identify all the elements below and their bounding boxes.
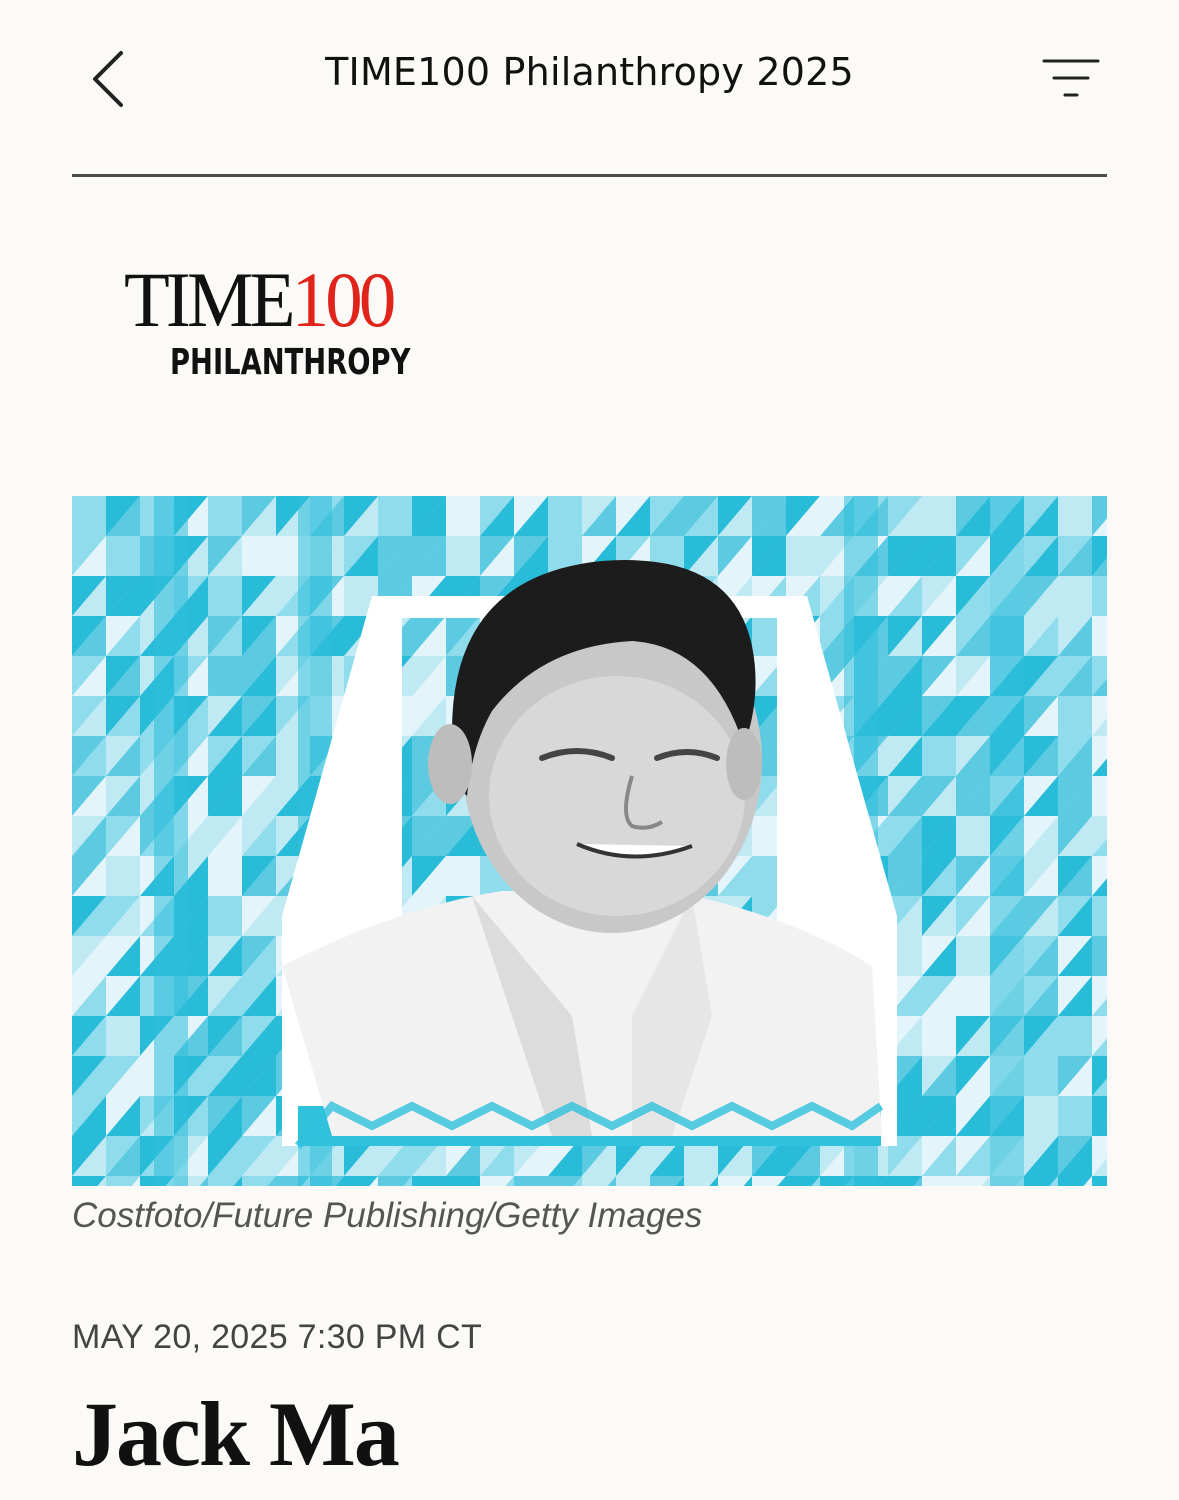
photo-credit: Costfoto/Future Publishing/Getty Images — [72, 1196, 703, 1235]
publish-date: MAY 20, 2025 7:30 PM CT — [72, 1318, 483, 1356]
logo-subtitle: PHILANTHROPY — [170, 342, 411, 383]
logo-wordmark: TIME100 — [124, 255, 397, 345]
filter-menu-icon — [1042, 59, 1100, 97]
hero-image — [72, 496, 1107, 1186]
logo-word: TIME — [124, 256, 295, 343]
logo-number: 100 — [291, 256, 397, 343]
filter-menu-button[interactable] — [1036, 52, 1108, 108]
page-title: TIME100 Philanthropy 2025 — [325, 50, 854, 94]
pattern-triangle — [1092, 1176, 1107, 1186]
hero-illustration — [72, 496, 1107, 1186]
article-headline: Jack Ma — [72, 1383, 400, 1485]
top-navigation-bar: TIME100 Philanthropy 2025 — [0, 0, 1179, 176]
time100-philanthropy-logo: TIME100 PHILANTHROPY — [124, 255, 454, 395]
header-divider — [72, 174, 1107, 177]
